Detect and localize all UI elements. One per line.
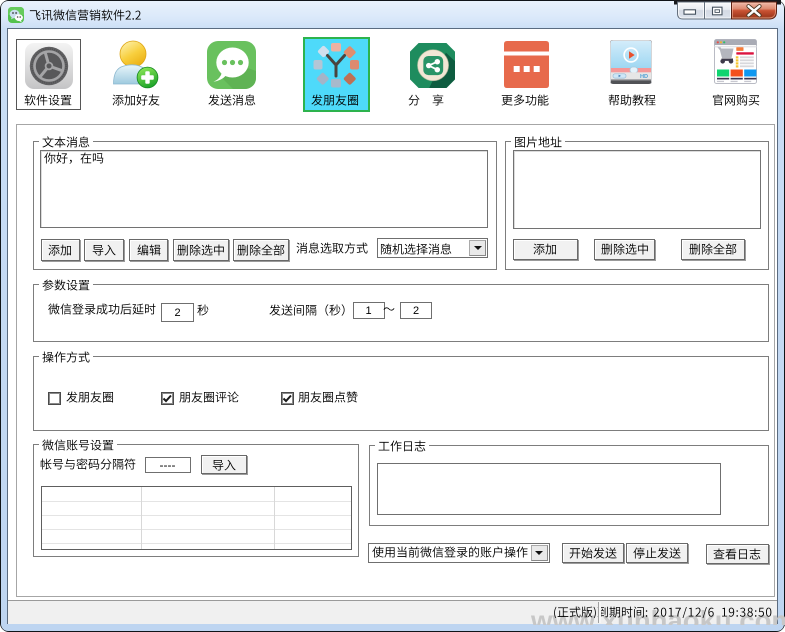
svg-text:HD: HD (640, 74, 648, 80)
